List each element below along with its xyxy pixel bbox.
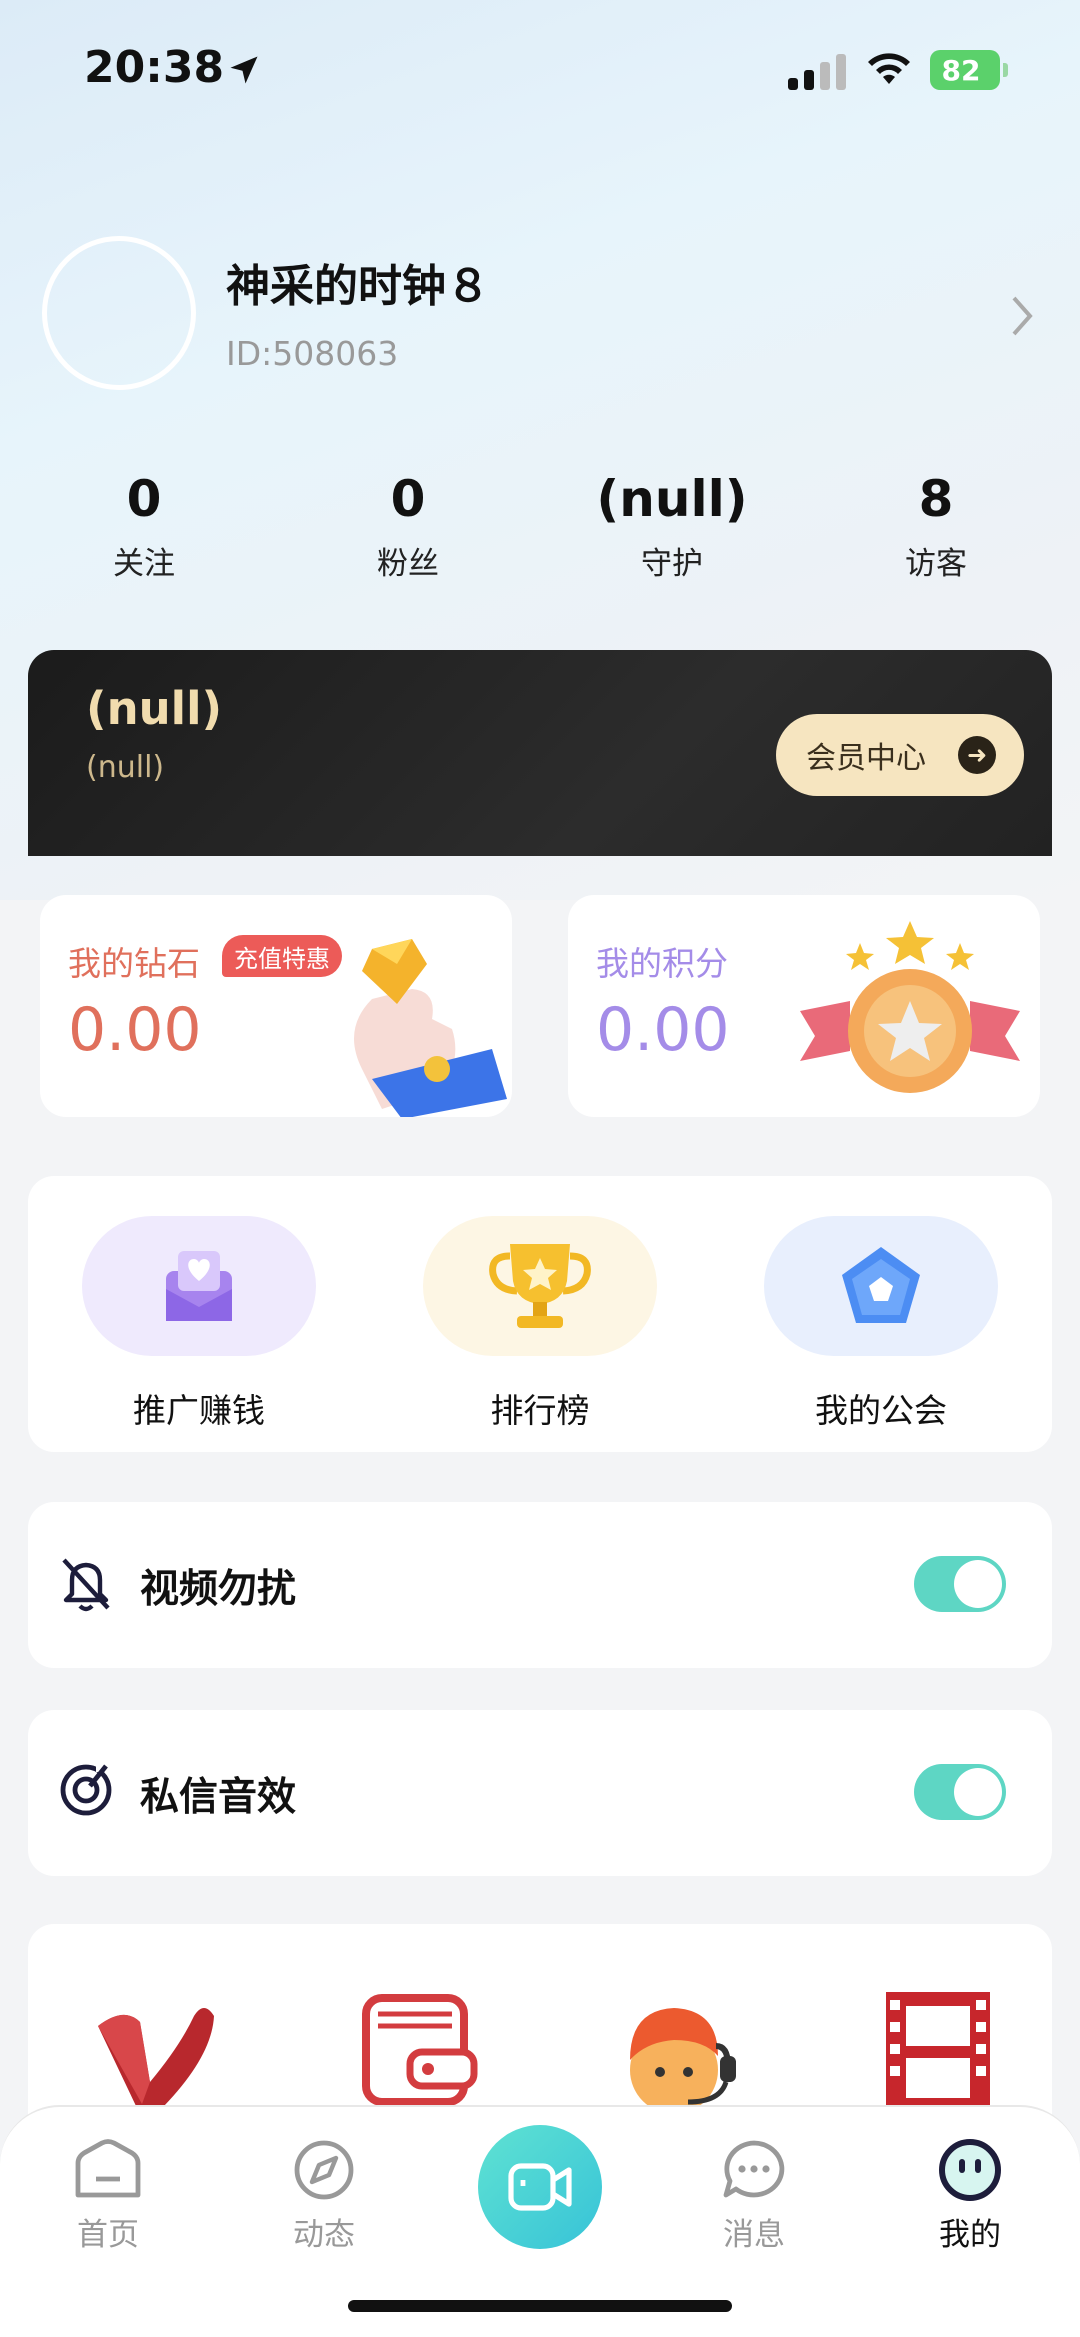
promote-earn-button[interactable]: 推广赚钱 xyxy=(82,1216,316,1432)
message-sound-label: 私信音效 xyxy=(140,1775,297,1820)
cellular-signal-icon xyxy=(788,52,848,90)
features-panel: 推广赚钱 排行榜 我的公会 xyxy=(28,1176,1052,1452)
status-bar: 20:38 82 xyxy=(0,0,1080,140)
stat-visitors[interactable]: 8 访客 xyxy=(836,470,1036,583)
tab-messages[interactable]: 消息 xyxy=(684,2139,824,2254)
battery-level: 82 xyxy=(941,53,981,87)
video-dnd-row: 视频勿扰 xyxy=(28,1502,1052,1668)
stat-label: 关注 xyxy=(113,546,175,582)
wifi-icon xyxy=(868,53,910,84)
mail-heart-icon xyxy=(82,1216,316,1356)
bell-off-icon xyxy=(62,1558,110,1612)
video-dnd-label: 视频勿扰 xyxy=(140,1567,297,1612)
film-icon[interactable] xyxy=(868,1986,1008,2116)
video-call-button[interactable] xyxy=(478,2125,602,2249)
diamond-hand-icon xyxy=(354,939,507,1117)
user-id: ID:508063 xyxy=(226,334,399,373)
stat-following[interactable]: 0 关注 xyxy=(44,470,244,583)
stat-value: 0 xyxy=(126,470,162,528)
battery-icon: 82 xyxy=(930,50,1008,90)
stat-value: 8 xyxy=(918,470,954,528)
chat-icon xyxy=(723,2140,785,2198)
vip-icon[interactable] xyxy=(84,1986,224,2116)
trophy-icon xyxy=(423,1216,657,1356)
tab-label: 首页 xyxy=(77,2217,139,2253)
tab-moments[interactable]: 动态 xyxy=(254,2139,394,2254)
customer-service-icon[interactable] xyxy=(608,1986,748,2116)
status-time: 20:38 xyxy=(84,42,225,93)
guild-shield-icon xyxy=(764,1216,998,1356)
my-guild-button[interactable]: 我的公会 xyxy=(764,1216,998,1432)
vip-center-button[interactable]: 会员中心 ➜ xyxy=(776,714,1024,796)
stat-label: 访客 xyxy=(905,546,967,582)
avatar[interactable] xyxy=(42,236,196,390)
vip-banner[interactable]: (null) (null) 会员中心 ➜ xyxy=(28,650,1052,856)
points-title: 我的积分 xyxy=(596,944,728,983)
profile-face-icon xyxy=(939,2139,1001,2201)
tab-home[interactable]: 首页 xyxy=(38,2139,178,2254)
feature-label: 推广赚钱 xyxy=(133,1391,265,1430)
chevron-right-icon[interactable] xyxy=(1010,294,1034,338)
star-medal-icon xyxy=(800,921,1020,1093)
vip-center-label: 会员中心 xyxy=(806,741,926,776)
feature-label: 排行榜 xyxy=(490,1391,590,1430)
diamond-value: 0.00 xyxy=(68,995,202,1065)
video-dnd-toggle[interactable] xyxy=(914,1556,1006,1612)
points-value: 0.00 xyxy=(596,995,730,1065)
tab-me[interactable]: 我的 xyxy=(900,2139,1040,2254)
home-icon xyxy=(75,2139,141,2198)
video-camera-icon xyxy=(508,2163,572,2211)
compass-icon xyxy=(294,2140,354,2200)
diamond-title: 我的钻石 xyxy=(68,944,200,983)
wallet-icon[interactable] xyxy=(344,1986,484,2116)
vip-title: (null) xyxy=(86,682,223,735)
sound-icon xyxy=(60,1764,112,1816)
stat-value: 0 xyxy=(390,470,426,528)
tab-label: 我的 xyxy=(939,2217,1001,2253)
arrow-right-icon: ➜ xyxy=(958,736,996,774)
stat-label: 粉丝 xyxy=(377,546,439,582)
vip-subtitle: (null) xyxy=(86,750,165,785)
profile-header[interactable]: 神采的时钟８ ID:508063 xyxy=(0,230,1080,390)
leaderboard-button[interactable]: 排行榜 xyxy=(423,1216,657,1432)
feature-label: 我的公会 xyxy=(815,1391,947,1430)
location-arrow-icon xyxy=(230,56,258,84)
profile-stats: 0 关注 0 粉丝 (null) 守护 8 访客 xyxy=(0,470,1080,600)
message-sound-row: 私信音效 xyxy=(28,1710,1052,1876)
stat-label: 守护 xyxy=(641,546,703,582)
stat-fans[interactable]: 0 粉丝 xyxy=(308,470,508,583)
nickname: 神采的时钟８ xyxy=(226,261,490,312)
stat-guard[interactable]: (null) 守护 xyxy=(572,470,772,583)
home-indicator xyxy=(348,2300,732,2312)
tab-label: 消息 xyxy=(723,2217,785,2253)
points-card[interactable]: 我的积分 0.00 xyxy=(568,895,1040,1117)
tab-label: 动态 xyxy=(293,2217,355,2253)
message-sound-toggle[interactable] xyxy=(914,1764,1006,1820)
stat-value: (null) xyxy=(596,470,748,528)
diamond-card[interactable]: 我的钻石 充值特惠 0.00 xyxy=(40,895,512,1117)
